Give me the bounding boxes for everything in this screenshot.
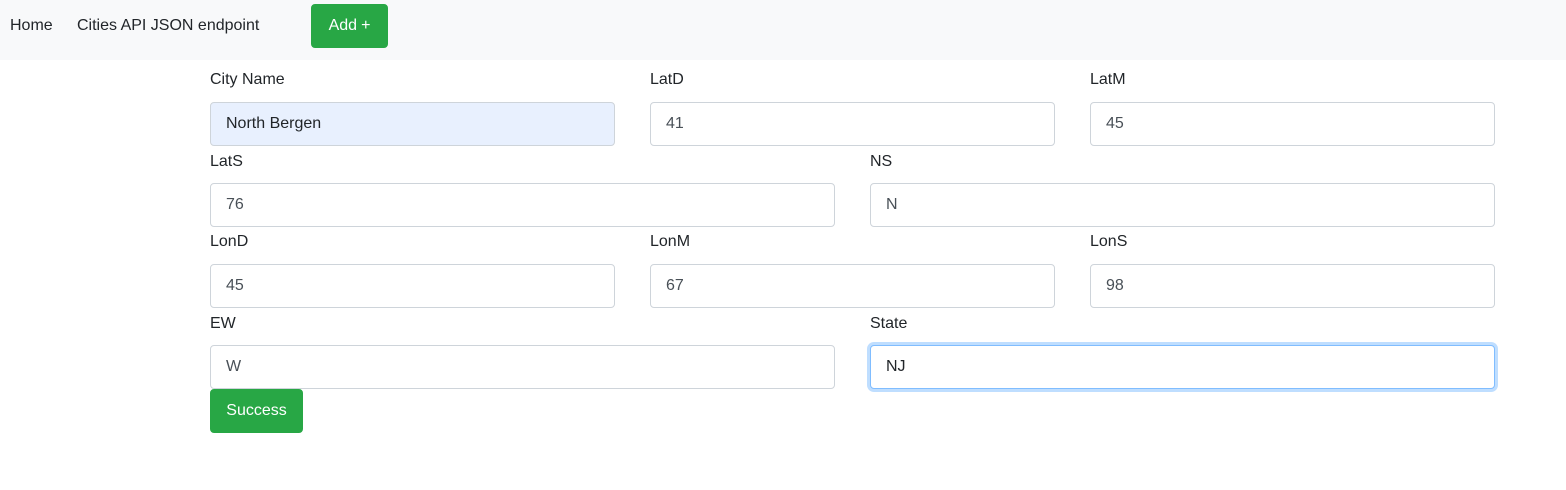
navbar: Home Cities API JSON endpoint Add + <box>0 0 1566 60</box>
add-button[interactable]: Add + <box>311 4 388 48</box>
latm-input[interactable] <box>1090 102 1495 146</box>
ew-label: EW <box>210 315 236 332</box>
latd-label: LatD <box>650 71 684 88</box>
nav-home-link[interactable]: Home <box>10 17 53 35</box>
state-label: State <box>870 315 908 332</box>
plus-icon: + <box>361 17 371 34</box>
latm-label: LatM <box>1090 71 1126 88</box>
city-name-label: City Name <box>210 71 285 88</box>
lonm-input[interactable] <box>650 264 1055 308</box>
ns-input[interactable] <box>870 183 1495 227</box>
lonm-label: LonM <box>650 233 691 250</box>
latd-input[interactable] <box>650 102 1055 146</box>
ew-input[interactable] <box>210 345 835 389</box>
city-name-input[interactable] <box>210 102 615 146</box>
nav-cities-api-link[interactable]: Cities API JSON endpoint <box>77 17 259 35</box>
lons-input[interactable] <box>1090 264 1495 308</box>
add-button-label: Add <box>328 17 358 34</box>
lond-label: LonD <box>210 233 249 250</box>
ns-label: NS <box>870 153 893 170</box>
success-submit-button[interactable]: Success <box>210 389 303 433</box>
lond-input[interactable] <box>210 264 615 308</box>
lons-label: LonS <box>1090 233 1128 250</box>
lats-input[interactable] <box>210 183 835 227</box>
state-input[interactable] <box>870 345 1495 389</box>
lats-label: LatS <box>210 153 243 170</box>
